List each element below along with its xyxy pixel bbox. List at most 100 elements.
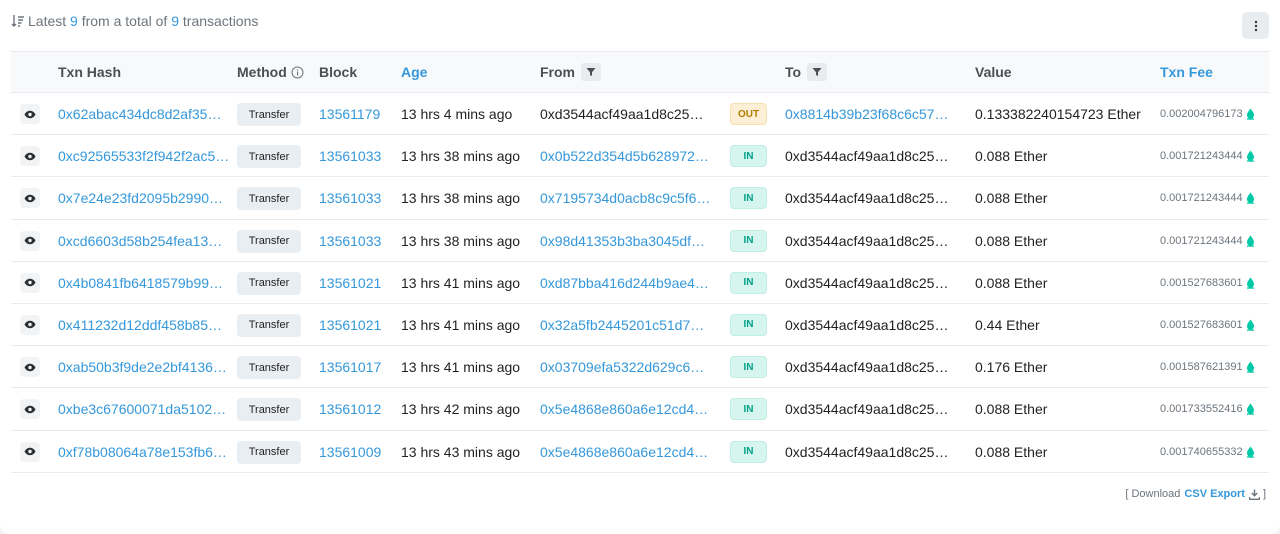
txn-fee-value: 0.001721243444 [1160,192,1243,205]
eye-button[interactable] [20,146,40,167]
eye-button[interactable] [20,441,40,462]
age-value: 13 hrs 41 mins ago [401,316,521,333]
txn-fee: 0.001721243444 [1160,135,1268,177]
txn-fee: 0.001527683601 [1160,304,1268,346]
block-link[interactable]: 13561009 [319,431,399,473]
txn-fee: 0.001721243444 [1160,220,1268,262]
txn-hash-link[interactable]: 0xc92565533f2f942f2ac5… [58,135,228,177]
more-vertical-icon [1254,20,1257,31]
to-address[interactable]: 0xd3544acf49aa1d8c25… [785,262,970,304]
value-amount: 0.088 Ether [975,232,1048,249]
eye-icon [24,236,36,245]
age-value: 13 hrs 41 mins ago [401,274,521,291]
block-link[interactable]: 13561017 [319,346,399,388]
column-value: Value [975,64,1012,80]
eye-button[interactable] [20,188,40,209]
block-link[interactable]: 13561033 [319,220,399,262]
column-age[interactable]: Age [401,52,427,92]
block-link[interactable]: 13561021 [319,304,399,346]
filter-icon [586,68,596,76]
eye-button[interactable] [20,399,40,420]
eye-button[interactable] [20,230,40,251]
txn-fee: 0.002004796173 [1160,93,1268,135]
from-address[interactable]: 0x5e4868e860a6e12cd4… [540,431,725,473]
method-badge: Transfer [237,229,301,253]
column-method-label: Method [237,64,287,80]
txn-hash-link[interactable]: 0xf78b08064a78e153fb6… [58,431,228,473]
value-amount: 0.133382240154723 Ether [975,106,1141,122]
to-address[interactable]: 0xd3544acf49aa1d8c25… [785,431,970,473]
column-to-label: To [785,64,802,80]
more-options-button[interactable] [1242,12,1269,39]
age-value: 13 hrs 4 mins ago [401,106,513,122]
txn-fee-value: 0.001527683601 [1160,276,1243,289]
footer-open: [ Download [1125,488,1181,500]
eye-button[interactable] [20,104,40,124]
to-filter-button[interactable] [807,63,828,81]
download-footer: [ Download CSV Export ] [1125,488,1266,500]
txn-hash-link[interactable]: 0xcd6603d58b254fea13… [58,220,228,262]
from-address[interactable]: 0xd87bba416d244b9ae4… [540,262,725,304]
txn-hash-link[interactable]: 0xab50b3f9de2e2bf4136… [58,346,228,388]
table-row: 0xf78b08064a78e153fb6… Transfer 13561009… [11,431,1269,473]
to-address[interactable]: 0xd3544acf49aa1d8c25… [785,346,970,388]
gas-pump-icon [1246,277,1255,289]
table-row: 0x62abac434dc8d2af35… Transfer 13561179 … [11,93,1269,136]
block-link[interactable]: 13561179 [319,93,399,135]
method-badge: Transfer [237,271,301,295]
from-address[interactable]: 0x98d41353b3ba3045df… [540,220,725,262]
summary-suffix: transactions [182,13,259,29]
to-address[interactable]: 0x8814b39b23f68c6c57… [785,93,970,135]
transactions-card: Latest 9 from a total of 9 transactions … [0,0,1280,534]
to-address[interactable]: 0xd3544acf49aa1d8c25… [785,177,970,219]
eye-button[interactable] [20,272,40,293]
txn-hash-link[interactable]: 0xbe3c67600071da5102… [58,388,228,430]
footer-close: ] [1262,488,1266,500]
eye-icon [24,405,36,414]
from-address[interactable]: 0xd3544acf49aa1d8c25… [540,93,725,135]
block-link[interactable]: 13561021 [319,262,399,304]
value-amount: 0.088 Ether [975,148,1048,165]
to-address[interactable]: 0xd3544acf49aa1d8c25… [785,220,970,262]
from-filter-button[interactable] [581,63,601,81]
txn-hash-link[interactable]: 0x411232d12ddf458b85… [58,304,228,346]
block-link[interactable]: 13561012 [319,388,399,430]
gas-pump-icon [1246,319,1255,331]
method-badge: Transfer [237,356,301,380]
from-address[interactable]: 0x7195734d0acb8c9c5f6… [540,177,725,219]
summary-total[interactable]: 9 [171,13,179,29]
eye-icon [24,363,36,371]
block-link[interactable]: 13561033 [319,135,399,177]
from-address[interactable]: 0x03709efa5322d629c6… [540,346,725,388]
csv-export-link[interactable]: CSV Export [1184,488,1245,500]
txn-fee-value: 0.001587621391 [1160,361,1243,374]
age-value: 13 hrs 41 mins ago [401,359,521,376]
table-header: Txn Hash Method Block Age From To Value … [11,51,1269,93]
eye-button[interactable] [20,314,40,335]
txn-hash-link[interactable]: 0x62abac434dc8d2af35… [58,93,228,135]
direction-badge: IN [730,313,767,336]
txn-hash-link[interactable]: 0x4b0841fb6418579b99… [58,262,228,304]
column-txn-fee[interactable]: Txn Fee [1160,52,1213,92]
from-address[interactable]: 0x0b522d354d5b628972… [540,135,725,177]
filter-icon [812,68,822,76]
info-icon[interactable] [291,66,304,79]
age-value: 13 hrs 38 mins ago [401,148,521,165]
direction-badge: IN [730,187,767,210]
table-row: 0xcd6603d58b254fea13… Transfer 13561033 … [11,220,1269,262]
download-icon[interactable] [1248,489,1260,500]
table-row: 0xc92565533f2f942f2ac5… Transfer 1356103… [11,135,1269,178]
from-address[interactable]: 0x5e4868e860a6e12cd4… [540,388,725,430]
block-link[interactable]: 13561033 [319,177,399,219]
txn-fee: 0.001587621391 [1160,346,1268,388]
txn-hash-link[interactable]: 0x7e24e23fd2095b2990… [58,177,228,219]
to-address[interactable]: 0xd3544acf49aa1d8c25… [785,388,970,430]
eye-button[interactable] [20,357,40,378]
gas-pump-icon [1246,150,1255,162]
gas-pump-icon [1246,108,1255,120]
column-block: Block [319,64,358,80]
table-body: 0x62abac434dc8d2af35… Transfer 13561179 … [11,93,1269,473]
to-address[interactable]: 0xd3544acf49aa1d8c25… [785,304,970,346]
from-address[interactable]: 0x32a5fb2445201c51d7… [540,304,725,346]
to-address[interactable]: 0xd3544acf49aa1d8c25… [785,135,970,177]
